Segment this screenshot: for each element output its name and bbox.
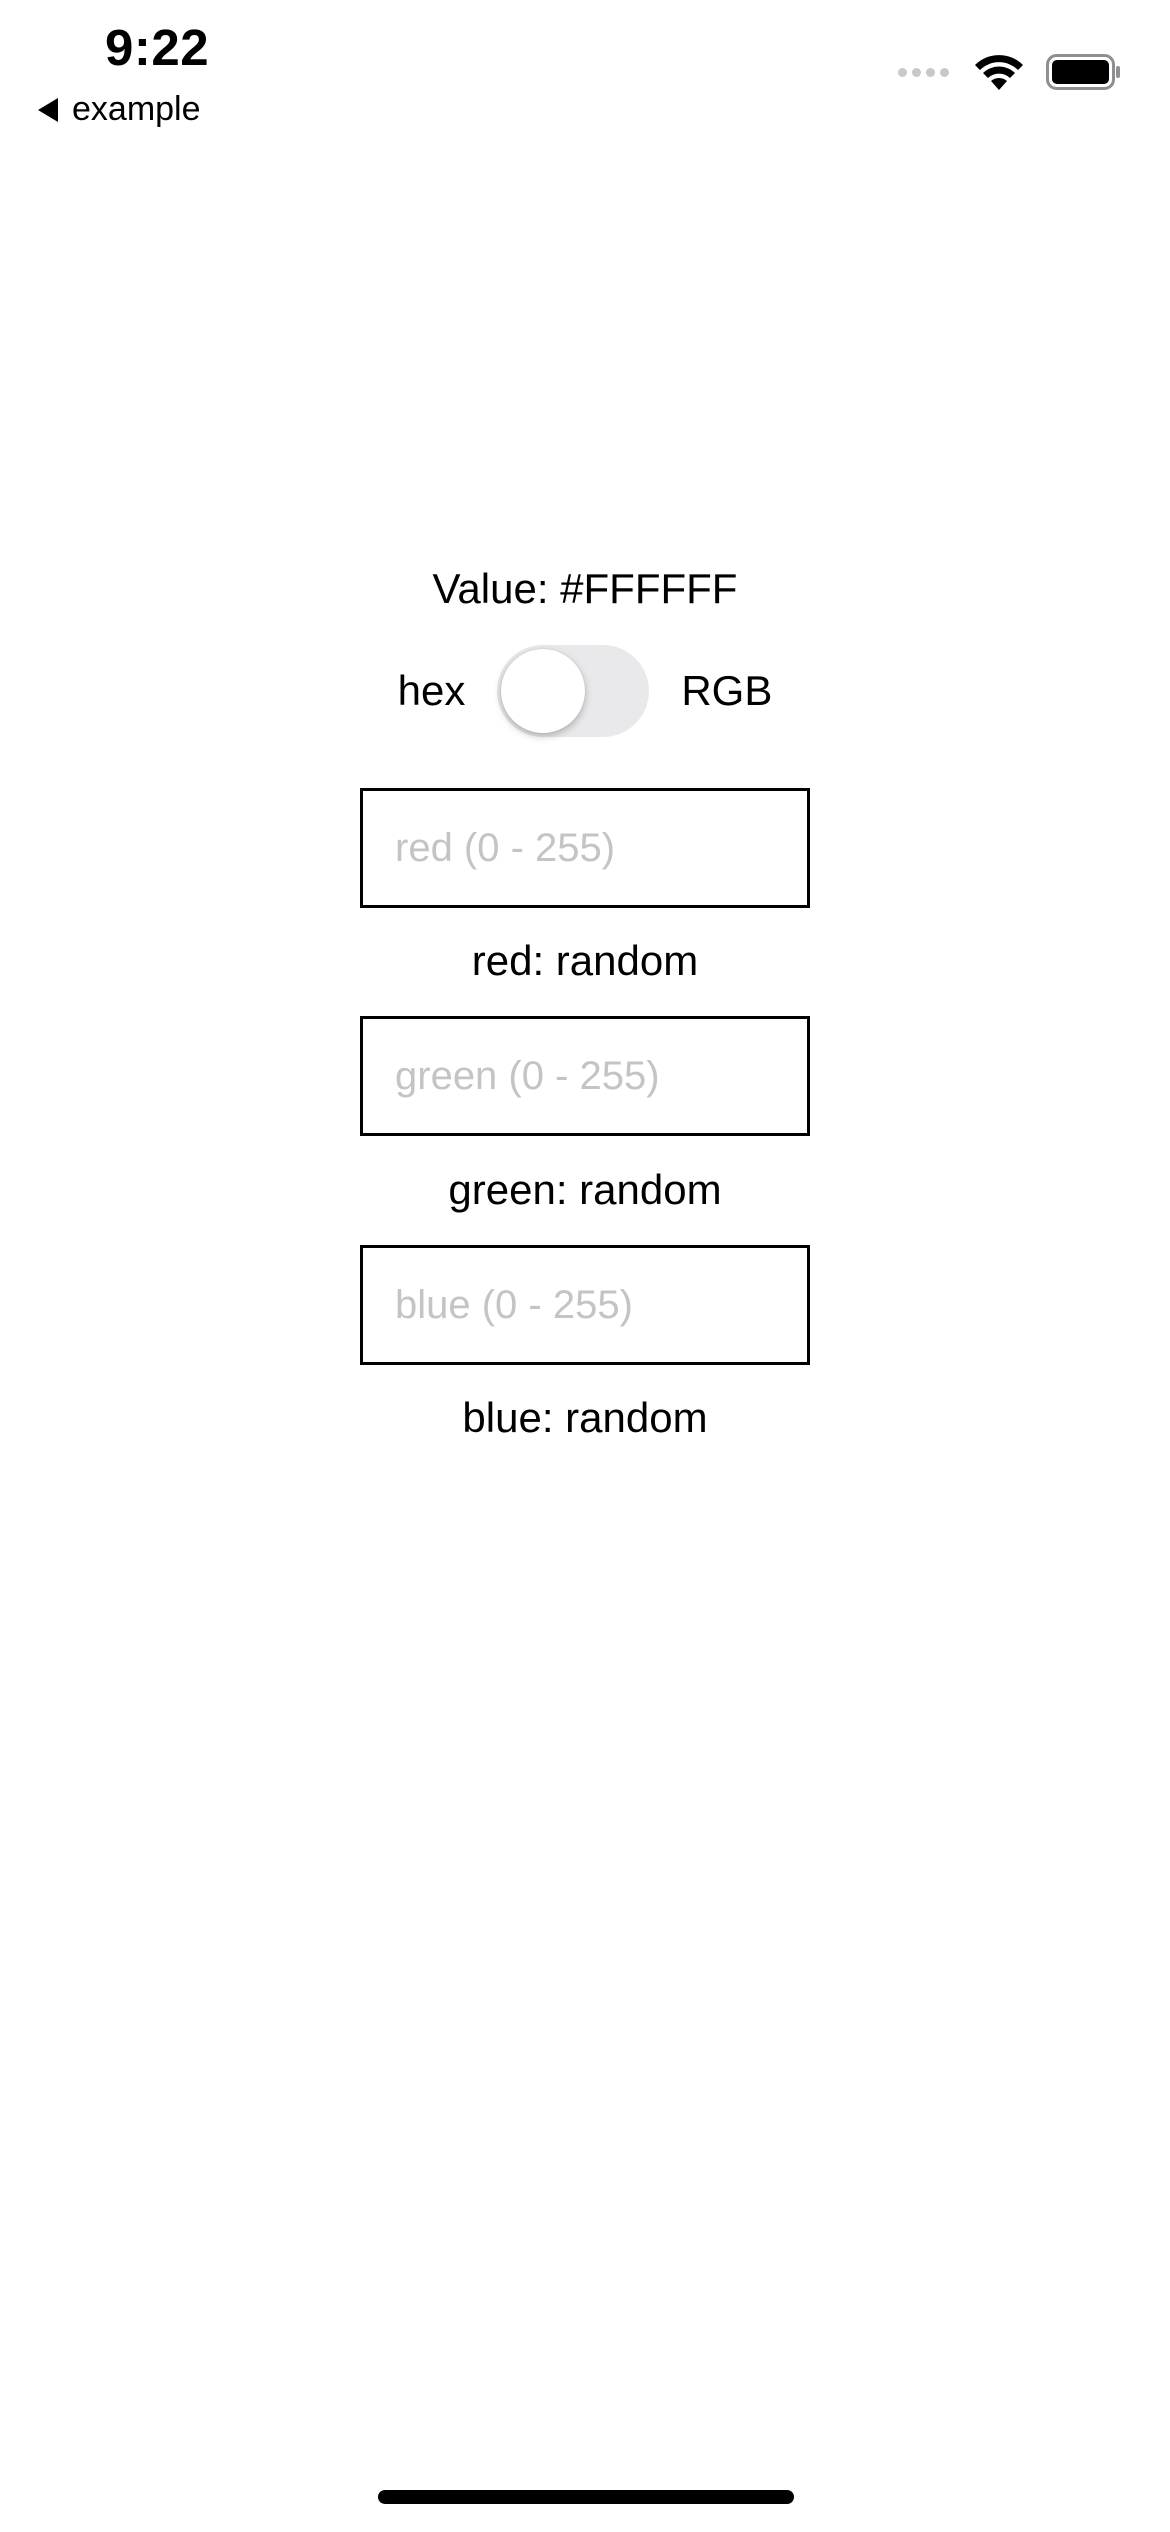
home-indicator[interactable] — [378, 2490, 794, 2504]
battery-icon — [1046, 54, 1120, 90]
back-button-label: example — [72, 90, 201, 128]
wifi-icon — [975, 55, 1023, 90]
green-input[interactable] — [363, 1019, 807, 1133]
status-icons — [898, 52, 1122, 92]
back-button[interactable]: example — [38, 90, 201, 129]
red-field[interactable] — [360, 788, 810, 908]
red-input[interactable] — [363, 791, 807, 905]
format-toggle-switch[interactable] — [497, 645, 650, 737]
toggle-label-hex: hex — [397, 667, 466, 714]
color-value-label: Value: #FFFFFF — [432, 565, 738, 612]
red-label: red: random — [471, 937, 699, 984]
toggle-label-rgb: RGB — [681, 667, 773, 714]
blue-input[interactable] — [363, 1248, 807, 1362]
toggle-knob — [501, 649, 586, 733]
blue-label: blue: random — [462, 1394, 708, 1441]
blue-field[interactable] — [360, 1245, 810, 1365]
cellular-signal-icon — [898, 67, 954, 77]
status-bar: 9:22 example — [0, 0, 1170, 140]
status-time: 9:22 — [105, 19, 210, 76]
back-arrow-icon — [38, 97, 58, 122]
green-label: green: random — [448, 1166, 722, 1213]
green-field[interactable] — [360, 1016, 810, 1136]
format-toggle-row: hex RGB — [0, 645, 1170, 737]
